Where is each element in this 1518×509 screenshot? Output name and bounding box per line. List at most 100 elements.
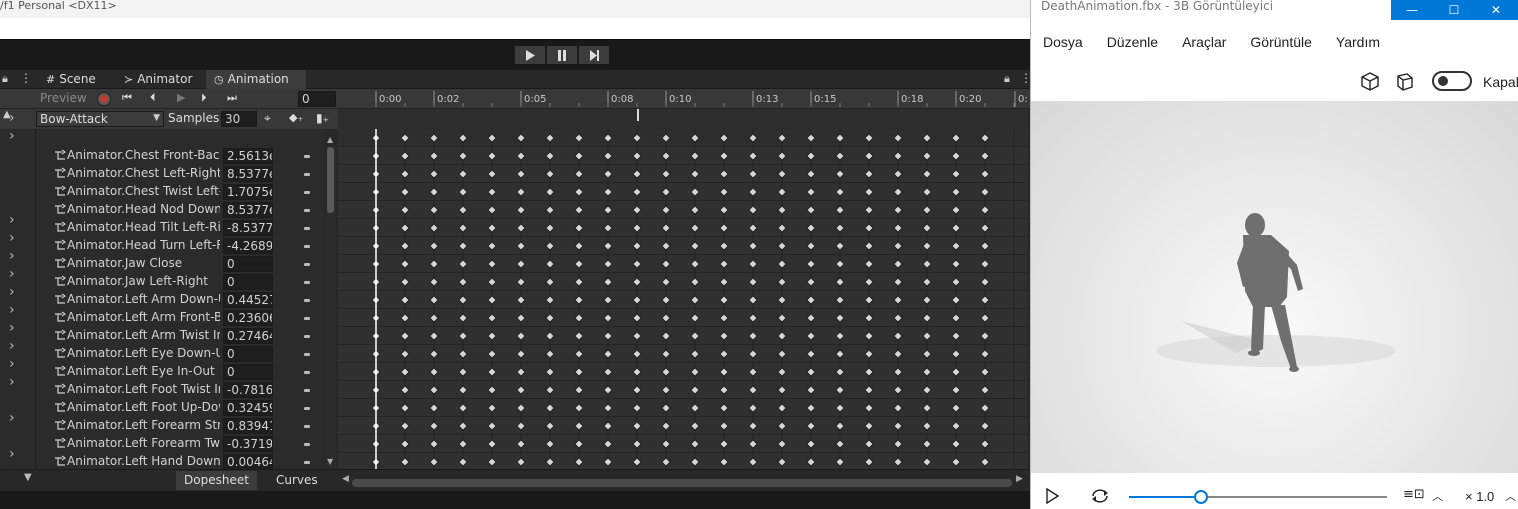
- event-row[interactable]: [338, 109, 1028, 129]
- expand-arrow-icon[interactable]: ›: [9, 356, 15, 372]
- add-event-icon[interactable]: ▮₊: [316, 111, 329, 125]
- property-value-field[interactable]: 0: [223, 346, 273, 362]
- property-options-icon[interactable]: [304, 227, 310, 230]
- lock-icon[interactable]: 🔒︎: [2, 72, 8, 86]
- viewer-menu-item[interactable]: Dosya: [1043, 34, 1083, 50]
- filter-keys-icon[interactable]: ⌖: [264, 111, 271, 126]
- tab-curves[interactable]: Curves: [268, 471, 326, 490]
- step-button[interactable]: [578, 45, 610, 65]
- first-key-button[interactable]: ⏮: [122, 91, 132, 105]
- property-row[interactable]: Animator.Left Hand Down-U 0.00464: [36, 453, 324, 469]
- minimize-button[interactable]: —: [1391, 0, 1433, 20]
- property-options-icon[interactable]: [304, 245, 310, 248]
- expand-arrow-icon[interactable]: ›: [9, 338, 15, 354]
- clip-dropdown[interactable]: Bow-Attack ▼: [36, 111, 164, 127]
- property-value-field[interactable]: 0: [223, 274, 273, 290]
- scroll-down-icon[interactable]: ▼: [327, 457, 333, 466]
- viewer-menu-item[interactable]: Yardım: [1336, 34, 1380, 50]
- viewer-menu-item[interactable]: Görüntüle: [1250, 34, 1311, 50]
- property-row[interactable]: Animator.Left Forearm Twis -0.3719: [36, 435, 324, 453]
- property-scroll-thumb[interactable]: [327, 147, 334, 213]
- property-value-field[interactable]: -0.3719: [223, 436, 273, 452]
- property-value-field[interactable]: -0.7816: [223, 382, 273, 398]
- property-value-field[interactable]: 0: [223, 256, 273, 272]
- property-row[interactable]: Animator.Left Eye Down-Up 0: [36, 345, 324, 363]
- property-options-icon[interactable]: [304, 371, 310, 374]
- add-key-icon[interactable]: ◆₊: [289, 111, 303, 124]
- property-options-icon[interactable]: [304, 155, 310, 158]
- window-lock-icon[interactable]: 🔒︎: [1004, 72, 1010, 86]
- property-options-icon[interactable]: [304, 407, 310, 410]
- expand-arrow-icon[interactable]: ›: [9, 212, 15, 228]
- tab-dopesheet[interactable]: Dopesheet: [176, 471, 257, 490]
- property-row[interactable]: Animator.Head Nod Down-U 8.5377e: [36, 201, 324, 219]
- property-options-icon[interactable]: [304, 389, 310, 392]
- speed-label[interactable]: × 1.0: [1465, 489, 1494, 504]
- property-value-field[interactable]: -4.2689: [223, 238, 273, 254]
- expand-arrow-icon[interactable]: ›: [9, 248, 15, 264]
- preview-button[interactable]: Preview: [40, 91, 87, 105]
- expand-arrow-icon[interactable]: ›: [9, 110, 15, 126]
- speed-chevron-up-icon[interactable]: ︿: [1505, 488, 1516, 504]
- property-scrollbar[interactable]: ▲ ▼: [326, 135, 336, 469]
- property-row[interactable]: Animator.Head Turn Left-Ri -4.2689: [36, 237, 324, 255]
- viewer-play-icon[interactable]: [1045, 488, 1059, 504]
- property-row[interactable]: Animator.Chest Front-Back 2.5613e: [36, 147, 324, 165]
- play-button[interactable]: [514, 45, 546, 65]
- scroll-right-icon[interactable]: ▶: [1016, 474, 1023, 484]
- more-options-icon[interactable]: ⋮: [20, 71, 32, 85]
- property-value-field[interactable]: 8.5377e: [223, 166, 273, 182]
- property-row[interactable]: Animator.Head Tilt Left-Rig -8.5377: [36, 219, 324, 237]
- property-value-field[interactable]: 0.00464: [223, 454, 273, 469]
- property-row[interactable]: Animator.Left Arm Down-Up 0.44527: [36, 291, 324, 309]
- property-options-icon[interactable]: [304, 191, 310, 194]
- property-options-icon[interactable]: [304, 317, 310, 320]
- expand-arrow-icon[interactable]: ›: [9, 230, 15, 246]
- property-value-field[interactable]: 0: [223, 364, 273, 380]
- property-options-icon[interactable]: [304, 263, 310, 266]
- animation-list-icon[interactable]: ≡⊡: [1403, 487, 1425, 502]
- next-key-button[interactable]: ⏵: [201, 91, 207, 105]
- property-options-icon[interactable]: [304, 335, 310, 338]
- property-row[interactable]: Animator.Left Forearm Stret 0.83941: [36, 417, 324, 435]
- last-key-button[interactable]: ⏭: [227, 91, 237, 105]
- expand-arrow-icon[interactable]: ›: [9, 284, 15, 300]
- tab-animation[interactable]: ◷ Animation: [206, 70, 306, 89]
- property-row[interactable]: Animator.Left Foot Up-Dow 0.32459: [36, 399, 324, 417]
- grid-view-icon[interactable]: [1394, 71, 1416, 93]
- property-options-icon[interactable]: [304, 425, 310, 428]
- loop-icon[interactable]: [1089, 486, 1111, 506]
- maximize-button[interactable]: ☐: [1433, 0, 1475, 20]
- chevron-up-icon[interactable]: ︿: [1432, 488, 1443, 504]
- tab-animator[interactable]: ≻ Animator: [116, 70, 200, 89]
- property-row[interactable]: Animator.Chest Twist Left-R 1.7075e: [36, 183, 324, 201]
- property-options-icon[interactable]: [304, 173, 310, 176]
- toggle-switch[interactable]: [1432, 71, 1472, 91]
- viewer-menu-item[interactable]: Araçlar: [1182, 34, 1226, 50]
- property-row[interactable]: Animator.Jaw Close 0: [36, 255, 324, 273]
- property-row[interactable]: Animator.Left Eye In-Out 0: [36, 363, 324, 381]
- expand-arrow-icon[interactable]: ›: [9, 446, 15, 462]
- property-options-icon[interactable]: [304, 461, 310, 464]
- scroll-up-icon[interactable]: ▲: [327, 135, 333, 144]
- close-button[interactable]: ✕: [1475, 0, 1517, 20]
- property-value-field[interactable]: 0.44527: [223, 292, 273, 308]
- scroll-left-icon[interactable]: ◀: [342, 474, 349, 484]
- frame-field[interactable]: 0: [298, 91, 336, 107]
- expand-arrow-icon[interactable]: ›: [9, 128, 15, 144]
- samples-field[interactable]: 30: [221, 111, 257, 127]
- expand-arrow-icon[interactable]: ›: [9, 374, 15, 390]
- viewer-menu-item[interactable]: Düzenle: [1107, 34, 1158, 50]
- property-value-field[interactable]: 1.7075e: [223, 184, 273, 200]
- pause-button[interactable]: [546, 45, 578, 65]
- property-value-field[interactable]: 0.83941: [223, 418, 273, 434]
- timeline-hscrollbar[interactable]: [352, 479, 1012, 487]
- expand-arrow-icon[interactable]: ›: [9, 320, 15, 336]
- property-value-field[interactable]: 0.32459: [223, 400, 273, 416]
- property-value-field[interactable]: 8.5377e: [223, 202, 273, 218]
- play-anim-button[interactable]: ▶: [177, 91, 185, 104]
- property-value-field[interactable]: -8.5377: [223, 220, 273, 236]
- property-options-icon[interactable]: [304, 209, 310, 212]
- timeline-slider-knob[interactable]: [1194, 490, 1209, 504]
- 3d-viewport[interactable]: [1031, 101, 1518, 473]
